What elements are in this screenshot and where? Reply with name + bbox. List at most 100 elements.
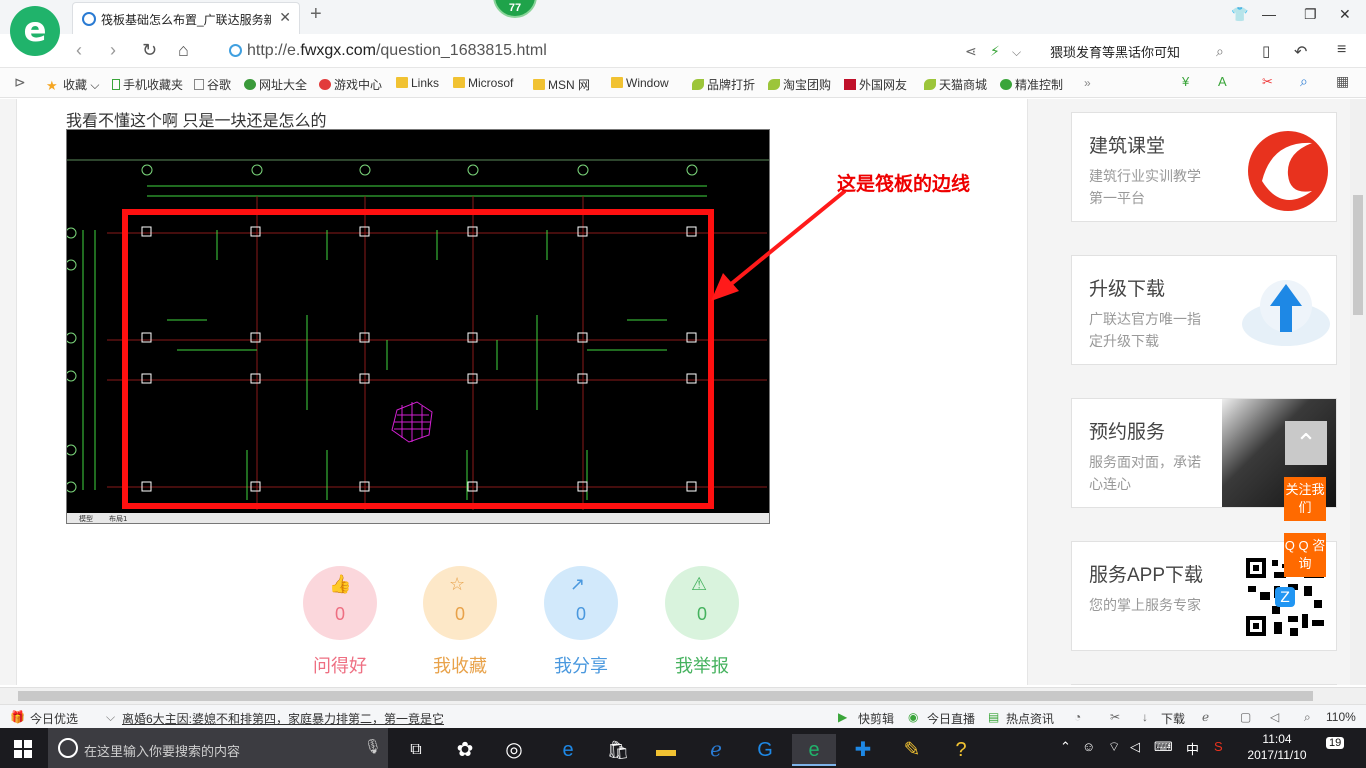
bookmark-games[interactable]: 游戏中心: [319, 76, 382, 93]
home-button[interactable]: ⌂: [178, 40, 189, 61]
today-picks[interactable]: 今日优选: [30, 710, 78, 727]
move-app-icon[interactable]: ✚: [841, 734, 885, 766]
bookmark-links[interactable]: Links: [396, 76, 439, 90]
notification-badge[interactable]: 77: [493, 0, 537, 18]
back-button[interactable]: ‹: [76, 40, 82, 61]
action-report[interactable]: ⚠ 0 我举报: [665, 566, 739, 678]
browser-tab[interactable]: 筏板基础怎么布置_广联达服务新干线 ✕: [72, 2, 300, 34]
volume-icon[interactable]: ◁: [1130, 739, 1140, 755]
news-ticker[interactable]: 离婚6大主因:婆媳不和排第四，家庭暴力排第二，第一竟是它: [122, 710, 444, 727]
url-text[interactable]: http://e.fwxgx.com/question_1683815.html: [247, 42, 547, 60]
refresh-button[interactable]: ↻: [142, 40, 157, 61]
store-icon[interactable]: 🛍: [596, 734, 640, 766]
mobile-icon[interactable]: ▯: [1262, 42, 1270, 60]
bookmark-favorites[interactable]: ★ 收藏 ⌵: [46, 76, 99, 93]
address-bar[interactable]: http://e.fwxgx.com/question_1683815.html: [225, 41, 965, 63]
bookmark-foreign[interactable]: 外国网友: [844, 76, 907, 93]
qq-consult-button[interactable]: Q Q 咨询: [1284, 533, 1326, 577]
tab-close-icon[interactable]: ✕: [279, 9, 291, 26]
notification-app-icon[interactable]: ◎: [492, 734, 536, 766]
bookmark-more-icon[interactable]: »: [1084, 76, 1091, 90]
wifi-icon[interactable]: ⌔: [1108, 739, 1120, 755]
action-favorite-circle[interactable]: ☆ 0: [423, 566, 497, 640]
action-center-badge[interactable]: 19: [1326, 737, 1345, 749]
zoom-level[interactable]: 110%: [1326, 710, 1356, 724]
bookmark-precise[interactable]: 精准控制: [1000, 76, 1063, 93]
card-upgrade-download[interactable]: 升级下载 广联达官方唯一指定升级下载: [1071, 255, 1337, 365]
forward-button[interactable]: ›: [110, 40, 116, 61]
bookmark-tmall[interactable]: 天猫商城: [924, 76, 987, 93]
browser-taskbar-icon[interactable]: e: [792, 734, 836, 766]
bookmark-google[interactable]: 谷歌: [194, 76, 231, 93]
ime-indicator[interactable]: 中: [1186, 739, 1199, 758]
file-explorer-icon[interactable]: ▬: [644, 734, 688, 766]
sogou-ime-icon[interactable]: S: [1214, 739, 1223, 754]
card-building-class[interactable]: 建筑课堂 建筑行业实训教学第一平台: [1071, 112, 1337, 222]
mode-dropdown-icon[interactable]: ⌵: [1012, 45, 1021, 60]
vertical-scrollbar[interactable]: [1350, 99, 1366, 685]
bookmark-msn[interactable]: MSN 网: [533, 76, 590, 93]
favorite-label[interactable]: 我收藏: [413, 652, 507, 678]
shield-icon[interactable]: ¥: [1182, 74, 1189, 89]
horizontal-scrollbar[interactable]: [0, 687, 1366, 704]
vertical-scroll-thumb[interactable]: [1353, 195, 1363, 315]
taskbar-search-box[interactable]: 在这里输入你要搜索的内容 🎙: [48, 728, 388, 768]
menu-icon[interactable]: ≡: [1337, 41, 1346, 59]
follow-us-button[interactable]: 关注我们: [1284, 477, 1326, 521]
kuaijian-button[interactable]: 快剪辑: [858, 710, 894, 727]
close-window-button[interactable]: ✕: [1339, 6, 1351, 23]
translate-icon[interactable]: A: [1218, 74, 1227, 89]
new-tab-button[interactable]: +: [310, 3, 322, 26]
action-report-circle[interactable]: ⚠ 0: [665, 566, 739, 640]
people-icon[interactable]: ☺: [1082, 739, 1095, 754]
back-to-top-button[interactable]: ⌃: [1285, 421, 1327, 465]
sidebar-toggle-icon[interactable]: ⊳: [14, 74, 26, 91]
keyboard-icon[interactable]: ⌨: [1154, 739, 1173, 755]
report-label[interactable]: 我举报: [655, 652, 749, 678]
bookmark-windows[interactable]: Window: [611, 76, 669, 90]
task-view-icon[interactable]: ⧉: [394, 734, 438, 766]
horizontal-scroll-thumb[interactable]: [18, 691, 1313, 701]
screenshot-icon[interactable]: ✂: [1262, 74, 1273, 90]
action-share[interactable]: ↗ 0 我分享: [544, 566, 618, 678]
notes-app-icon[interactable]: ✎: [890, 734, 934, 766]
speed-mode-icon[interactable]: ⚡: [990, 43, 1000, 60]
bookmark-mobile[interactable]: 手机收藏夹: [112, 76, 183, 93]
bookmark-brands[interactable]: 品牌打折: [692, 76, 755, 93]
bookmark-microsoft[interactable]: Microsof: [453, 76, 513, 90]
start-button[interactable]: [14, 740, 32, 758]
search-box[interactable]: 猥琐发育等黑话你可知: [1050, 42, 1180, 61]
speed-icon[interactable]: ◔: [1074, 710, 1081, 724]
internet-explorer-icon[interactable]: ℯ: [694, 734, 738, 766]
share-label[interactable]: 我分享: [534, 652, 628, 678]
system-clock[interactable]: 11:04 2017/11/10: [1243, 731, 1311, 763]
action-good-question[interactable]: 👍 0 问得好: [303, 566, 377, 678]
search-icon[interactable]: ⌕: [1216, 43, 1224, 60]
download-button[interactable]: 下载: [1161, 710, 1185, 727]
action-good-circle[interactable]: 👍 0: [303, 566, 377, 640]
window-icon[interactable]: ▢: [1240, 710, 1251, 724]
apps-grid-icon[interactable]: ▦: [1336, 73, 1349, 90]
bookmark-urls[interactable]: 网址大全: [244, 76, 307, 93]
action-favorite[interactable]: ☆ 0 我收藏: [423, 566, 497, 678]
microphone-icon[interactable]: 🎙: [364, 738, 382, 755]
restore-button[interactable]: ❐: [1304, 6, 1317, 23]
glodon-app-icon[interactable]: G: [743, 734, 787, 766]
expand-news-icon[interactable]: ⌵: [106, 710, 115, 725]
help-app-icon[interactable]: ?: [939, 734, 983, 766]
action-share-circle[interactable]: ↗ 0: [544, 566, 618, 640]
good-label[interactable]: 问得好: [293, 652, 387, 678]
bookmark-taobao[interactable]: 淘宝团购: [768, 76, 831, 93]
minimize-button[interactable]: —: [1262, 6, 1276, 22]
browser-logo-icon[interactable]: e: [10, 6, 60, 56]
pinwheel-app-icon[interactable]: ✿: [443, 734, 487, 766]
mute-icon[interactable]: ◁: [1270, 710, 1279, 724]
hot-news-button[interactable]: 热点资讯: [1006, 710, 1054, 727]
live-button[interactable]: 今日直播: [927, 710, 975, 727]
share-icon[interactable]: ⋖: [965, 43, 977, 60]
undo-icon[interactable]: ↶: [1294, 42, 1307, 62]
tray-expand-icon[interactable]: ⌃: [1060, 739, 1071, 755]
search-tool-icon[interactable]: ⌕: [1300, 73, 1308, 90]
ie-mode-icon[interactable]: ℯ: [1202, 710, 1209, 724]
tools-icon[interactable]: ✂: [1110, 710, 1120, 724]
